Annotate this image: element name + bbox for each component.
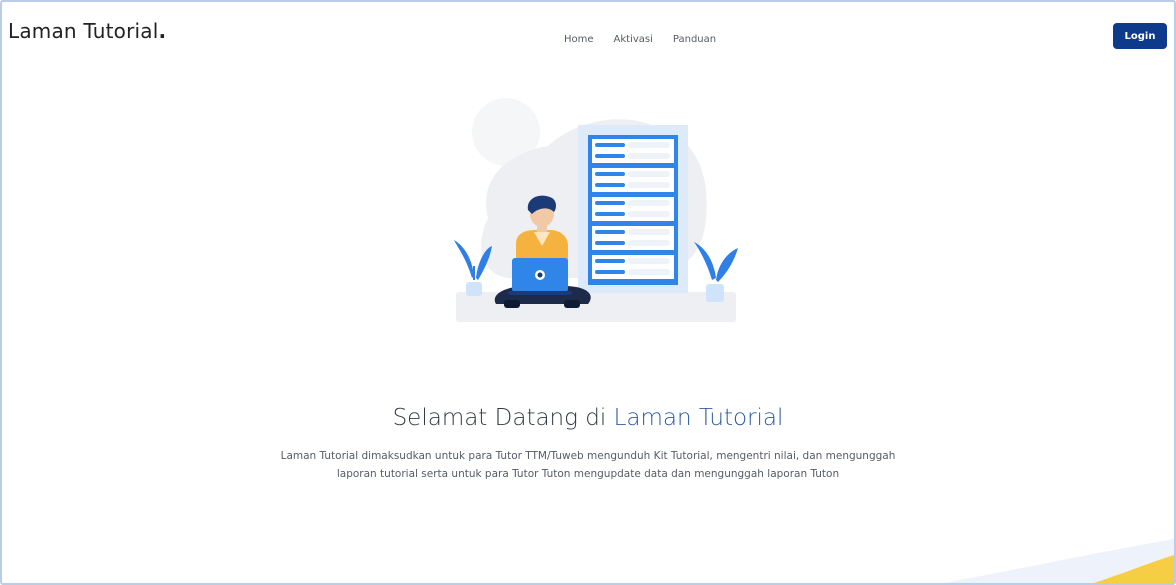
nav-link-panduan[interactable]: Panduan: [673, 34, 716, 45]
server-rack-icon: [578, 125, 688, 293]
brand-name: Laman Tutorial: [8, 19, 159, 43]
person-laptop-server-illustration: [454, 98, 738, 322]
login-button[interactable]: Login: [1113, 23, 1167, 49]
nav-link-aktivasi[interactable]: Aktivasi: [614, 34, 653, 45]
nav-item-panduan: Panduan: [673, 29, 716, 47]
nav-item-aktivasi: Aktivasi: [614, 29, 653, 47]
page-frame: Laman Tutorial. Home Aktivasi Panduan Lo…: [0, 0, 1176, 585]
brand-logo[interactable]: Laman Tutorial.: [8, 19, 166, 43]
corner-decoration: [944, 539, 1174, 583]
hero-title-prefix: Selamat Datang di: [392, 405, 614, 431]
nav-link-home[interactable]: Home: [564, 34, 594, 45]
hero-title: Selamat Datang di Laman Tutorial: [2, 405, 1174, 431]
hero-description: Laman Tutorial dimaksudkan untuk para Tu…: [280, 450, 896, 480]
brand-dot: .: [158, 19, 167, 43]
nav-menu: Home Aktivasi Panduan: [564, 29, 716, 47]
nav-item-home: Home: [564, 29, 594, 47]
hero-title-accent: Laman Tutorial: [613, 405, 784, 431]
navbar: Laman Tutorial. Home Aktivasi Panduan Lo…: [2, 2, 1174, 70]
